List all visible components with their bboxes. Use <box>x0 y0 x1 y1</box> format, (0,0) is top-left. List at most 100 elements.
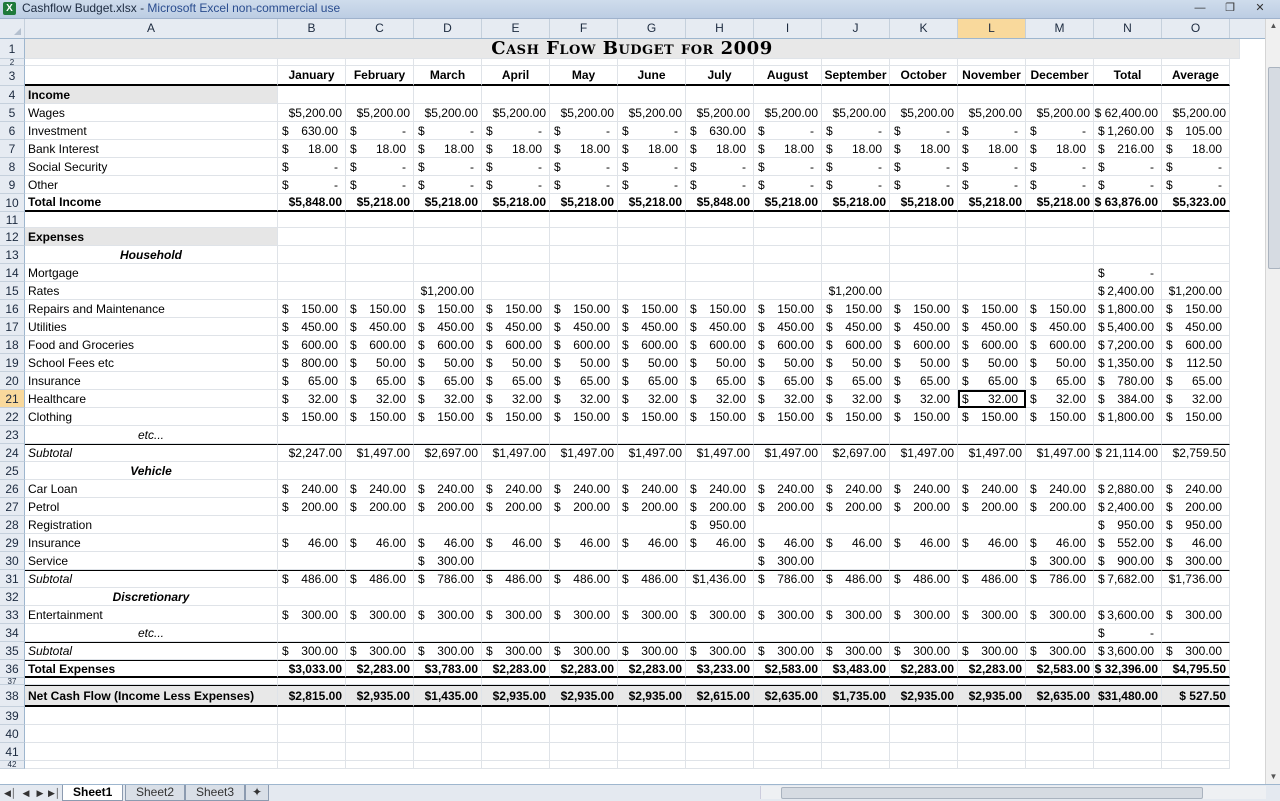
value-cell[interactable]: $200.00 <box>958 498 1026 516</box>
cell[interactable] <box>618 246 686 264</box>
cell[interactable] <box>414 588 482 606</box>
value-cell[interactable]: $1,200.00 <box>822 282 890 300</box>
value-cell[interactable]: $1,497.00 <box>1026 444 1094 462</box>
value-cell[interactable]: $ - <box>550 176 618 194</box>
value-cell[interactable]: $1,497.00 <box>890 444 958 462</box>
value-cell[interactable]: $ - <box>414 176 482 194</box>
value-cell[interactable]: $600.00 <box>550 336 618 354</box>
etc-label[interactable]: etc... <box>25 426 278 444</box>
value-cell[interactable]: $32.00 <box>754 390 822 408</box>
cell[interactable] <box>1094 462 1162 480</box>
cell[interactable] <box>482 588 550 606</box>
month-header[interactable]: February <box>346 66 414 86</box>
cell[interactable] <box>958 59 1026 66</box>
value-cell[interactable] <box>822 516 890 534</box>
value-cell[interactable]: $5,218.00 <box>550 194 618 212</box>
cell[interactable] <box>278 725 346 743</box>
cell[interactable] <box>1094 212 1162 228</box>
value-cell[interactable]: $900.00 <box>1094 552 1162 570</box>
cell[interactable] <box>958 678 1026 685</box>
cell[interactable] <box>958 86 1026 104</box>
cell[interactable] <box>414 678 482 685</box>
cell[interactable] <box>618 761 686 769</box>
value-cell[interactable]: $150.00 <box>822 408 890 426</box>
row-header-17[interactable]: 17 <box>0 318 25 336</box>
cell[interactable] <box>346 59 414 66</box>
value-cell[interactable]: $150.00 <box>1162 408 1230 426</box>
value-cell[interactable]: $2,400.00 <box>1094 498 1162 516</box>
value-cell[interactable]: $32.00 <box>618 390 686 408</box>
value-cell[interactable]: $600.00 <box>1026 336 1094 354</box>
value-cell[interactable]: $240.00 <box>754 480 822 498</box>
value-cell[interactable] <box>550 264 618 282</box>
row-label[interactable]: Car Loan <box>25 480 278 498</box>
value-cell[interactable]: $450.00 <box>482 318 550 336</box>
value-cell[interactable]: $300.00 <box>414 606 482 624</box>
value-cell[interactable] <box>686 264 754 282</box>
cell[interactable] <box>550 588 618 606</box>
row-header-21[interactable]: 21 <box>0 390 25 408</box>
cell[interactable] <box>958 426 1026 444</box>
active-cell[interactable]: $32.00 <box>958 390 1026 408</box>
cell[interactable] <box>822 228 890 246</box>
value-cell[interactable]: $5,218.00 <box>482 194 550 212</box>
value-cell[interactable]: $ - <box>1094 176 1162 194</box>
value-cell[interactable]: $240.00 <box>1026 480 1094 498</box>
row-header-13[interactable]: 13 <box>0 246 25 264</box>
cell[interactable] <box>754 588 822 606</box>
cell[interactable] <box>958 707 1026 725</box>
value-cell[interactable]: $ 62,400.00 <box>1094 104 1162 122</box>
value-cell[interactable]: $32.00 <box>890 390 958 408</box>
cell[interactable] <box>1162 624 1230 642</box>
value-cell[interactable] <box>482 552 550 570</box>
value-cell[interactable]: $300.00 <box>1026 552 1094 570</box>
value-cell[interactable]: $5,218.00 <box>618 194 686 212</box>
row-label[interactable]: Investment <box>25 122 278 140</box>
value-cell[interactable]: $5,218.00 <box>958 194 1026 212</box>
cell[interactable] <box>822 426 890 444</box>
row-header-32[interactable]: 32 <box>0 588 25 606</box>
cell[interactable] <box>1094 86 1162 104</box>
value-cell[interactable]: $ - <box>482 122 550 140</box>
value-cell[interactable]: $2,815.00 <box>278 685 346 707</box>
value-cell[interactable]: $2,935.00 <box>958 685 1026 707</box>
cell[interactable] <box>958 212 1026 228</box>
value-cell[interactable] <box>618 516 686 534</box>
cell[interactable] <box>346 426 414 444</box>
cell[interactable] <box>278 462 346 480</box>
cell[interactable] <box>1162 86 1230 104</box>
cell[interactable] <box>958 228 1026 246</box>
value-cell[interactable] <box>278 264 346 282</box>
cell[interactable] <box>278 588 346 606</box>
row-label[interactable]: Healthcare <box>25 390 278 408</box>
cell[interactable] <box>686 743 754 761</box>
row-header-35[interactable]: 35 <box>0 642 25 660</box>
value-cell[interactable]: $18.00 <box>482 140 550 158</box>
value-cell[interactable] <box>346 516 414 534</box>
value-cell[interactable] <box>822 552 890 570</box>
value-cell[interactable] <box>1162 264 1230 282</box>
value-cell[interactable]: $18.00 <box>346 140 414 158</box>
value-cell[interactable]: $65.00 <box>482 372 550 390</box>
value-cell[interactable]: $2,283.00 <box>346 660 414 678</box>
cell[interactable] <box>1026 761 1094 769</box>
value-cell[interactable]: $ - <box>754 122 822 140</box>
cell[interactable] <box>822 59 890 66</box>
value-cell[interactable]: $105.00 <box>1162 122 1230 140</box>
cell[interactable] <box>346 86 414 104</box>
value-cell[interactable]: $50.00 <box>754 354 822 372</box>
cell[interactable] <box>482 59 550 66</box>
cell[interactable] <box>550 246 618 264</box>
value-cell[interactable]: $1,497.00 <box>686 444 754 462</box>
cell[interactable] <box>278 761 346 769</box>
scroll-up-icon[interactable]: ▲ <box>1266 19 1280 33</box>
row-label[interactable]: Mortgage <box>25 264 278 282</box>
cell[interactable] <box>754 212 822 228</box>
row-header-8[interactable]: 8 <box>0 158 25 176</box>
value-cell[interactable]: $300.00 <box>346 642 414 660</box>
value-cell[interactable] <box>414 264 482 282</box>
value-cell[interactable]: $ - <box>754 158 822 176</box>
cell[interactable] <box>686 725 754 743</box>
cell[interactable] <box>482 725 550 743</box>
cell[interactable] <box>958 462 1026 480</box>
